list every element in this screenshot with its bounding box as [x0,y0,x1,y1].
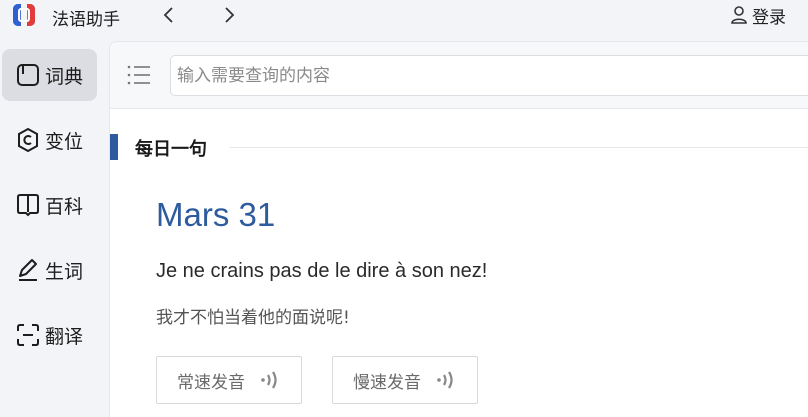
sidebar-item-label: 词典 [45,65,84,88]
sidebar-item-translate[interactable]: 翻译 [2,309,97,361]
speaker-waves-icon [261,371,277,389]
sidebar-item-encyclopedia[interactable]: 百科 [2,179,97,231]
chevron-right-icon [225,7,235,23]
speaker-waves-icon [437,371,453,389]
dictionary-icon [17,64,39,86]
sidebar-item-label: 翻译 [45,325,84,348]
vocabulary-icon [19,259,37,281]
chevron-left-icon [163,7,173,23]
conjugation-icon [18,127,38,153]
button-label: 常速发音 [177,372,245,393]
sidebar-item-label: 生词 [45,260,84,283]
sidebar-item-vocabulary[interactable]: 生词 [2,244,97,296]
user-icon [731,6,747,24]
menu-icon[interactable] [127,64,151,86]
sidebar-item-label: 百科 [45,195,84,218]
translate-icon [17,324,39,346]
normal-speed-audio-button[interactable]: 常速发音 [156,356,302,404]
encyclopedia-icon [17,194,39,217]
sidebar-item-conjugation[interactable]: 变位 [2,114,97,166]
search-bar [110,42,808,109]
section-title: 每日一句 [135,139,207,160]
daily-sentence-header: 每日一句 [110,134,808,160]
daily-date: Mars 31 [156,196,276,233]
daily-sentence-chinese: 我才不怕当着他的面说呢! [156,308,350,328]
search-input[interactable] [170,55,808,96]
slow-speed-audio-button[interactable]: 慢速发音 [332,356,478,404]
sidebar-item-label: 变位 [45,130,84,153]
back-button[interactable] [159,5,179,25]
forward-button[interactable] [219,5,239,25]
login-label: 登录 [752,7,786,28]
login-button[interactable]: 登录 [730,4,786,28]
sidebar: 词典 变位 百科 生词 翻译 [0,40,108,417]
sidebar-item-dictionary[interactable]: 词典 [2,49,97,101]
app-logo-icon [13,4,35,26]
section-divider [230,147,808,148]
app-title: 法语助手 [52,10,120,30]
section-accent-bar [110,134,118,160]
title-bar: 法语助手 登录 [0,0,808,34]
daily-sentence-french: Je ne crains pas de le dire à son nez! [156,260,488,282]
button-label: 慢速发音 [353,372,421,393]
main-panel: 每日一句 Mars 31 Je ne crains pas de le dire… [109,41,808,417]
